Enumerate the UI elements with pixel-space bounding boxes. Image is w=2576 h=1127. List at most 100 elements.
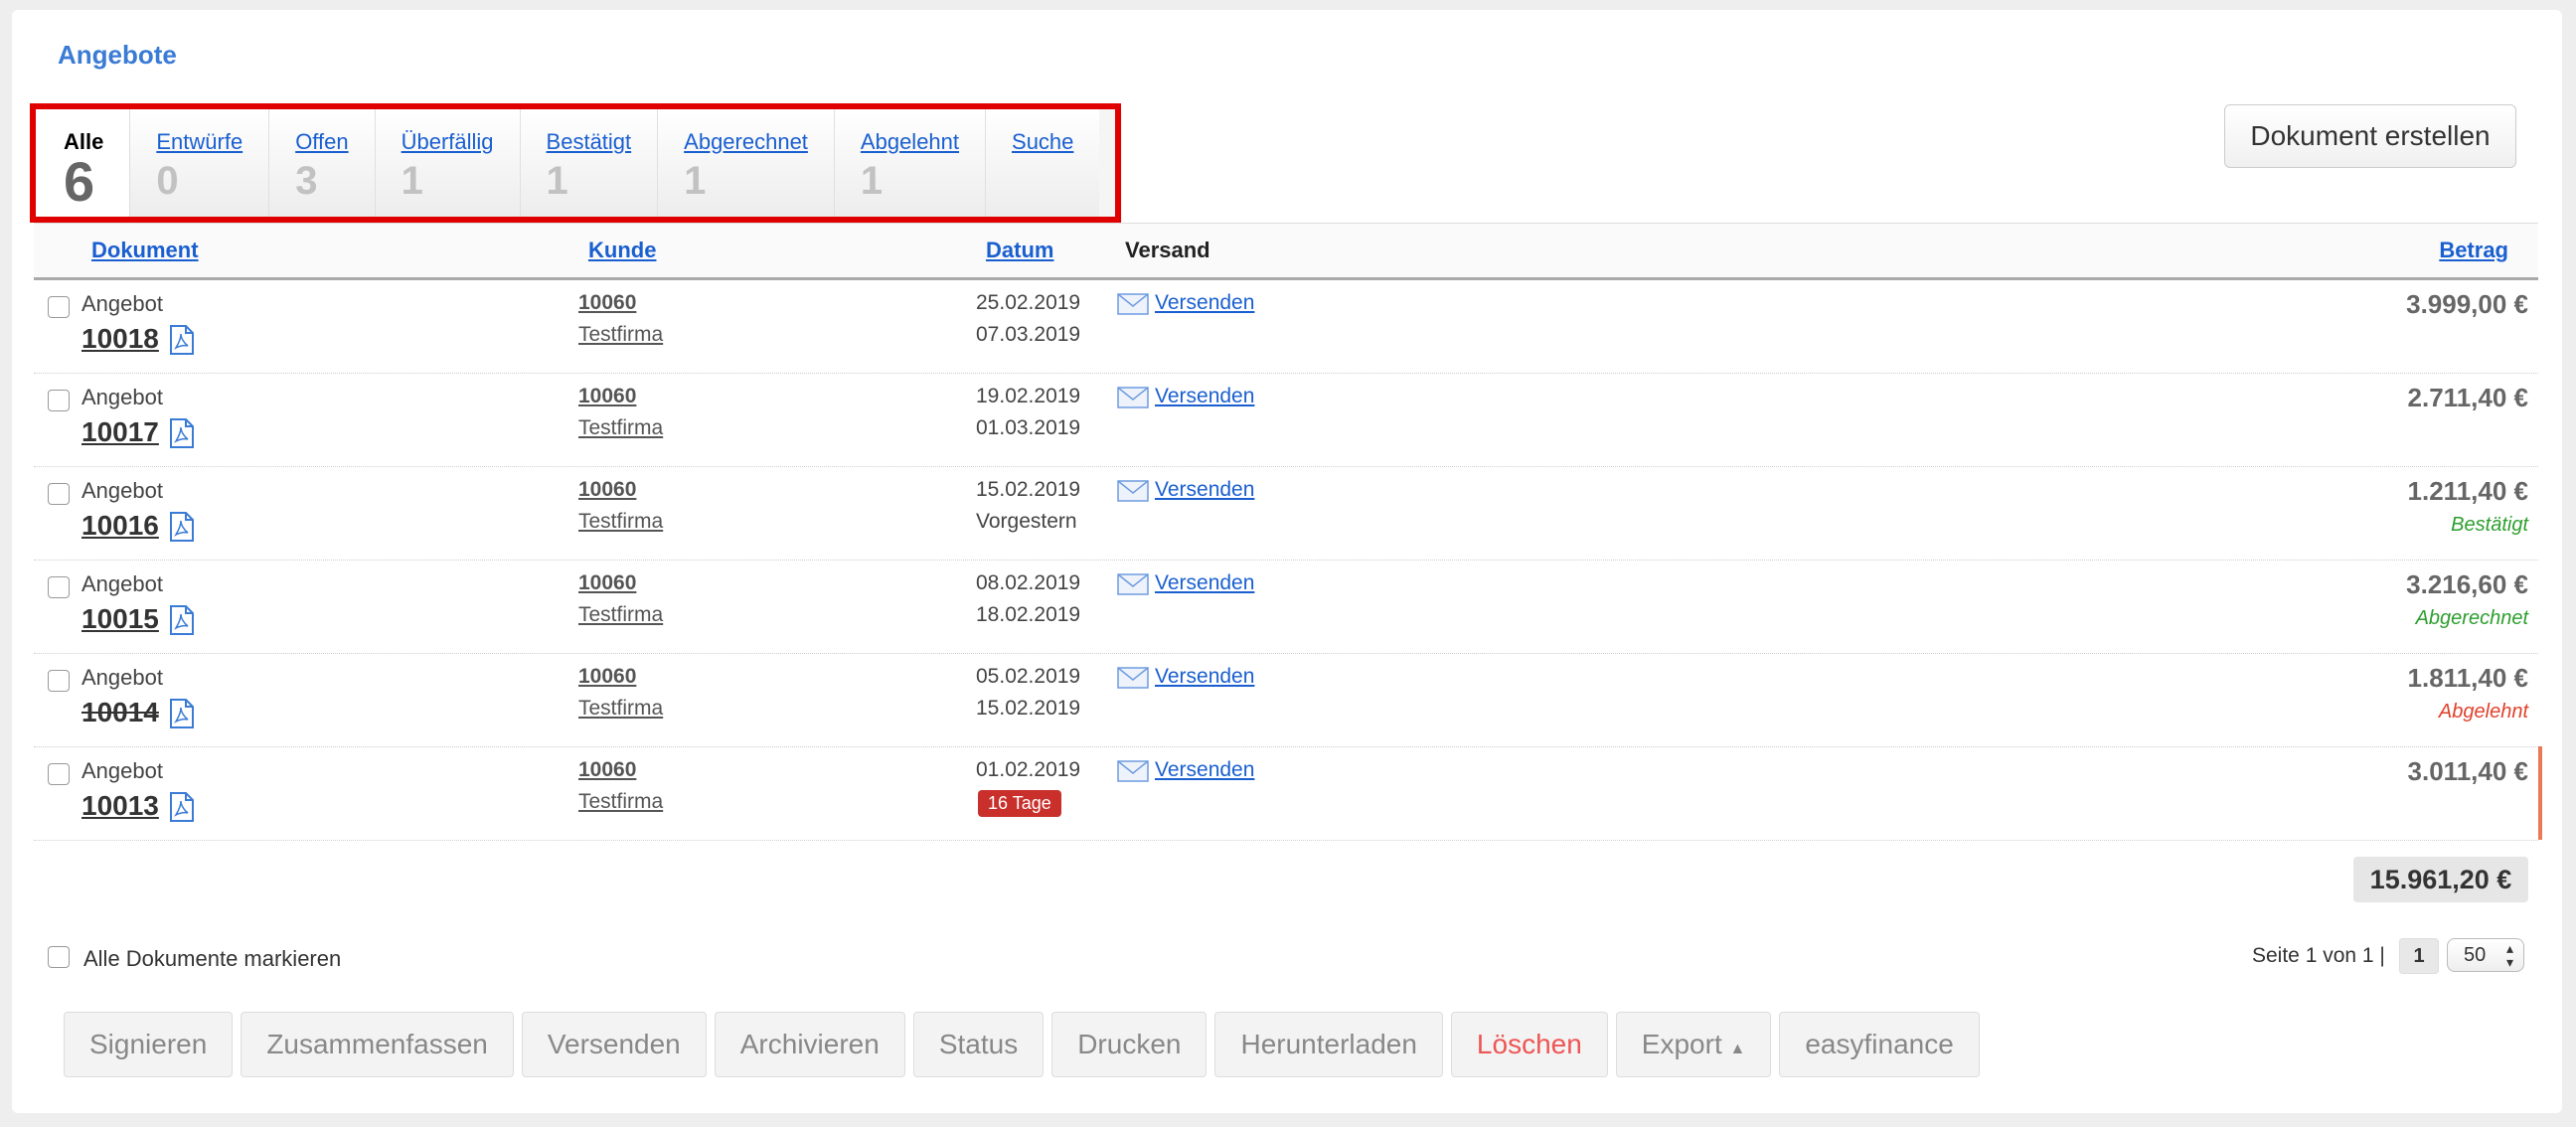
send-link[interactable]: Versenden [1155, 665, 1254, 689]
document-number[interactable]: 10018 [81, 323, 159, 355]
sign-button[interactable]: Signieren [64, 1012, 234, 1077]
overdue-marker [2538, 746, 2542, 840]
document-type: Angebot [81, 758, 163, 783]
col-datum[interactable]: Datum [986, 238, 1053, 263]
customer-number[interactable]: 10060 [578, 758, 636, 782]
merge-button[interactable]: Zusammenfassen [241, 1012, 514, 1077]
amount: 1.211,40 € [2407, 476, 2528, 506]
row-checkbox[interactable] [48, 670, 70, 692]
page-title: Angebote [58, 40, 177, 70]
customer-number[interactable]: 10060 [578, 385, 636, 408]
send-button[interactable]: Versenden [521, 1012, 707, 1077]
mail-icon [1117, 760, 1149, 787]
tab-count: 0 [156, 159, 179, 203]
bulk-action-bar: Signieren Zusammenfassen Versenden Archi… [64, 1012, 1980, 1077]
customer-name[interactable]: Testfirma [578, 416, 663, 440]
pdf-icon[interactable] [169, 792, 195, 827]
export-label: Export [1641, 1029, 1722, 1059]
status-button[interactable]: Status [912, 1012, 1045, 1077]
pdf-icon[interactable] [169, 418, 195, 453]
tab-label[interactable]: Überfällig [402, 129, 494, 155]
send-link[interactable]: Versenden [1155, 758, 1254, 782]
table-row: Angebot 10017 10060 Testfirma 19.02.2019… [34, 373, 2538, 467]
tab-label[interactable]: Abgerechnet [684, 129, 808, 155]
send-link[interactable]: Versenden [1155, 478, 1254, 502]
tab-suche[interactable]: Suche [986, 109, 1100, 221]
document-date: 01.02.2019 [976, 758, 1081, 781]
create-document-button[interactable]: Dokument erstellen [2224, 104, 2516, 168]
pdf-icon[interactable] [169, 605, 195, 640]
customer-name[interactable]: Testfirma [578, 603, 663, 627]
tab-label[interactable]: Suche [1012, 129, 1073, 155]
tab-alle[interactable]: Alle 6 [38, 109, 131, 221]
mail-icon [1117, 293, 1149, 320]
pdf-icon[interactable] [169, 512, 195, 547]
customer-number[interactable]: 10060 [578, 571, 636, 595]
col-versand: Versand [1125, 238, 1210, 262]
select-all-checkbox[interactable] [48, 946, 70, 968]
customer-name[interactable]: Testfirma [578, 323, 663, 347]
status-label: Bestätigt [2451, 514, 2528, 536]
export-button[interactable]: Export ▲ [1615, 1012, 1772, 1077]
customer-name[interactable]: Testfirma [578, 697, 663, 721]
valid-until-date: 18.02.2019 [976, 603, 1081, 626]
tab-offen[interactable]: Offen 3 [269, 109, 376, 221]
amount: 3.216,60 € [2406, 569, 2528, 599]
easyfinance-button[interactable]: easyfinance [1779, 1012, 1980, 1077]
tab-label[interactable]: Entwürfe [156, 129, 242, 155]
send-link[interactable]: Versenden [1155, 291, 1254, 315]
download-button[interactable]: Herunterladen [1214, 1012, 1443, 1077]
pdf-icon[interactable] [169, 699, 195, 733]
tab-count: 1 [684, 159, 707, 203]
tab-ueberfaellig[interactable]: Überfällig 1 [375, 109, 521, 221]
customer-number[interactable]: 10060 [578, 478, 636, 502]
customer-number[interactable]: 10060 [578, 291, 636, 315]
document-number[interactable]: 10016 [81, 510, 159, 542]
pdf-icon[interactable] [169, 325, 195, 360]
valid-until-date: 07.03.2019 [976, 323, 1081, 346]
document-date: 25.02.2019 [976, 291, 1081, 314]
document-number[interactable]: 10014 [81, 697, 159, 728]
document-type: Angebot [81, 571, 163, 596]
document-type: Angebot [81, 665, 163, 690]
document-number[interactable]: 10015 [81, 603, 159, 635]
archive-button[interactable]: Archivieren [714, 1012, 905, 1077]
customer-name[interactable]: Testfirma [578, 790, 663, 814]
document-number[interactable]: 10013 [81, 790, 159, 822]
table-row: Angebot 10016 10060 Testfirma 15.02.2019… [34, 466, 2538, 561]
select-all-label[interactable]: Alle Dokumente markieren [83, 946, 341, 972]
col-betrag[interactable]: Betrag [2439, 238, 2508, 263]
document-number[interactable]: 10017 [81, 416, 159, 448]
tab-count: 1 [546, 159, 568, 203]
tab-label[interactable]: Bestätigt [547, 129, 632, 155]
send-link[interactable]: Versenden [1155, 571, 1254, 595]
row-checkbox[interactable] [48, 390, 70, 411]
row-checkbox[interactable] [48, 576, 70, 598]
row-checkbox[interactable] [48, 483, 70, 505]
tab-abgelehnt[interactable]: Abgelehnt 1 [834, 109, 987, 221]
customer-name[interactable]: Testfirma [578, 510, 663, 534]
tab-abgerechnet[interactable]: Abgerechnet 1 [658, 109, 835, 221]
print-button[interactable]: Drucken [1051, 1012, 1208, 1077]
per-page-select[interactable]: 50 ▴ ▾ [2447, 938, 2524, 972]
tab-label[interactable]: Abgelehnt [861, 129, 959, 155]
valid-until-date: 01.03.2019 [976, 416, 1081, 439]
select-arrows-icon: ▴ ▾ [2505, 940, 2513, 970]
tab-label[interactable]: Offen [295, 129, 348, 155]
row-checkbox[interactable] [48, 763, 70, 785]
delete-button[interactable]: Löschen [1450, 1012, 1608, 1077]
row-checkbox[interactable] [48, 296, 70, 318]
tab-bestaetigt[interactable]: Bestätigt 1 [520, 109, 659, 221]
table-row: Angebot 10015 10060 Testfirma 08.02.2019… [34, 560, 2538, 654]
amount: 1.811,40 € [2407, 663, 2528, 693]
tab-entwuerfe[interactable]: Entwürfe 0 [130, 109, 270, 221]
amount: 2.711,40 € [2407, 383, 2528, 412]
col-kunde[interactable]: Kunde [588, 238, 656, 263]
mail-icon [1117, 387, 1149, 413]
send-link[interactable]: Versenden [1155, 385, 1254, 408]
customer-number[interactable]: 10060 [578, 665, 636, 689]
amount: 3.999,00 € [2406, 289, 2528, 319]
pagination-page-button[interactable]: 1 [2399, 938, 2439, 974]
col-dokument[interactable]: Dokument [91, 238, 199, 263]
table-row: Angebot 10018 10060 Testfirma 25.02.2019… [34, 279, 2538, 374]
